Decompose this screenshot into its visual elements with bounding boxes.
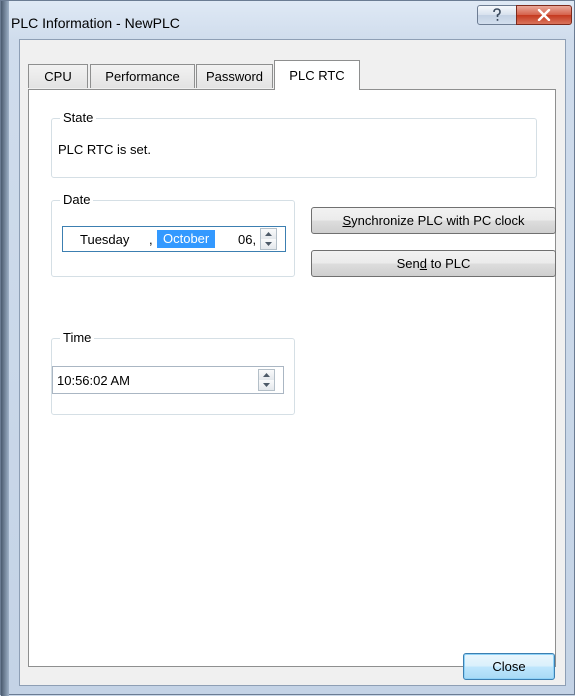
state-group-label: State [60,110,97,125]
time-spinner[interactable] [258,369,275,391]
dialog-window: PLC Information - NewPLC CPU Performance… [0,0,575,696]
arrow-up-icon [265,232,272,236]
close-x-icon [537,9,551,21]
close-button-label: Close [492,659,526,674]
date-month-selected[interactable]: October [157,230,216,248]
question-mark-icon [493,8,501,21]
date-spin-down[interactable] [261,239,276,249]
tab-label: PLC RTC [289,68,345,83]
tab-label: Performance [105,69,180,84]
date-weekday[interactable]: Tuesday [80,232,129,247]
window-close-button[interactable] [516,5,572,25]
state-text: PLC RTC is set. [58,142,151,157]
help-button[interactable] [477,5,517,25]
time-value[interactable]: 10:56:02 AM [57,373,130,388]
send-label-pre: Sen [396,256,420,271]
arrow-up-icon [263,373,270,377]
window-left-edge [1,1,9,696]
synchronize-plc-button[interactable]: Synchronize PLC with PC clock [311,207,556,234]
tab-label: CPU [44,69,72,84]
tab-panel-plc-rtc: State PLC RTC is set. Date Tuesday , Oct… [28,89,556,667]
time-field[interactable]: 10:56:02 AM [52,366,284,394]
sync-label-mnemonic: S [342,213,352,228]
date-separator: , [149,232,153,247]
dialog-client-area: CPU Performance Password PLC RTC State P… [19,39,566,686]
send-label-mnemonic: d [419,256,427,271]
date-picker[interactable]: Tuesday , October 06, [62,226,286,252]
date-group: Date Tuesday , October 06, [51,192,295,277]
date-spinner[interactable] [260,228,277,250]
arrow-down-icon [265,242,272,246]
send-to-plc-button[interactable]: Send to PLC [311,250,556,277]
tab-cpu[interactable]: CPU [28,64,88,88]
arrow-down-icon [263,383,270,387]
date-day[interactable]: 06, [238,232,256,247]
close-button[interactable]: Close [463,653,555,680]
send-to-plc-button-label: Send to PLC [397,256,471,271]
send-label-post: to PLC [427,256,471,271]
time-spin-down[interactable] [259,380,274,390]
sync-label-post: ynchronize PLC with PC clock [351,213,525,228]
date-group-label: Date [60,192,94,207]
tab-plc-rtc[interactable]: PLC RTC [274,60,360,90]
time-group-label: Time [60,330,95,345]
tab-password[interactable]: Password [196,64,273,88]
window-title: PLC Information - NewPLC [11,15,180,31]
tab-label: Password [205,69,264,84]
synchronize-plc-button-label: Synchronize PLC with PC clock [342,213,524,228]
time-group: Time 10:56:02 AM [51,330,295,415]
state-group: State PLC RTC is set. [51,110,537,178]
tab-performance[interactable]: Performance [90,64,195,88]
title-bar[interactable]: PLC Information - NewPLC [9,1,574,37]
